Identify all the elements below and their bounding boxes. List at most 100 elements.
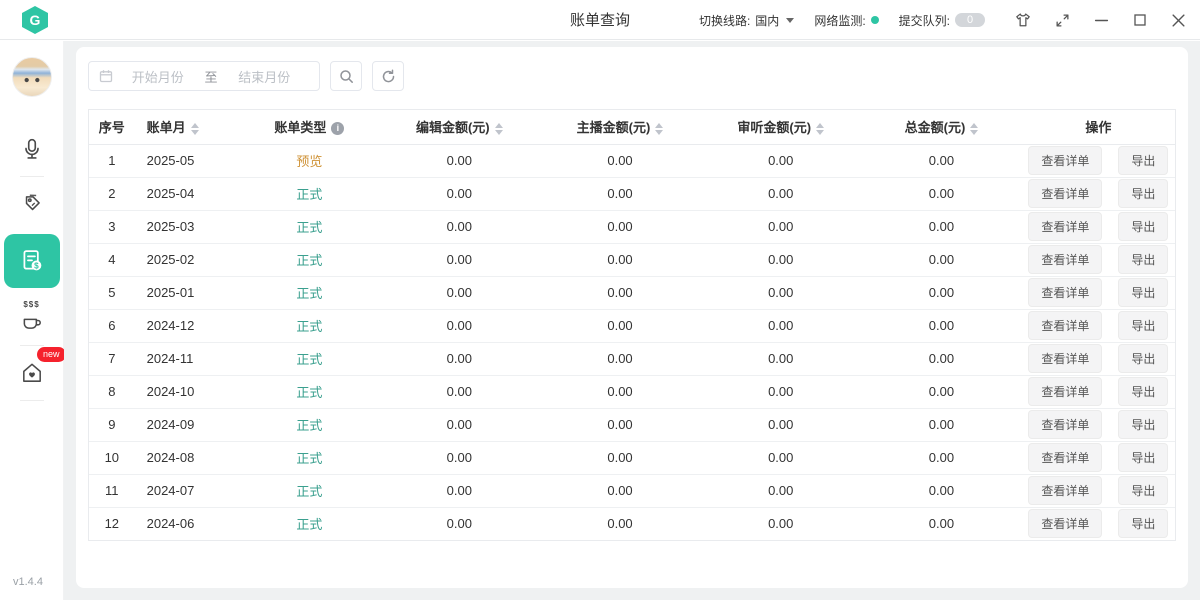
bill-month: 2024-09: [146, 417, 195, 432]
column-header-7: 操作: [1021, 110, 1175, 145]
table-body: 1 2025-05 预览 0.00 0.00 0.00 0.00 查看详单 导出 2 2025-04…: [89, 144, 1175, 540]
table-row: 8 2024-10 正式 0.00 0.00 0.00 0.00 查看详单 导出: [89, 374, 1175, 408]
sidebar-item-billing-active[interactable]: $: [3, 234, 60, 288]
sort-icon[interactable]: [655, 122, 664, 135]
export-button[interactable]: 导出: [1118, 278, 1169, 307]
maximize-icon[interactable]: [1133, 13, 1147, 27]
fullscreen-expand-icon[interactable]: [1055, 13, 1070, 28]
sidebar: $ $$$ new v1.4.4: [0, 41, 66, 600]
view-detail-button[interactable]: 查看详单: [1028, 245, 1103, 274]
row-index: 6: [108, 318, 116, 333]
edit-amount: 0.00: [446, 516, 472, 532]
total-amount: 0.00: [928, 351, 955, 366]
column-label: 编辑金额(元): [415, 120, 490, 136]
column-header-6: 总金额(元): [861, 110, 1022, 145]
minimize-icon[interactable]: [1094, 13, 1109, 28]
total-amount: 0.00: [928, 516, 955, 532]
bill-month: 2024-06: [146, 516, 195, 532]
anchor-amount: 0.00: [607, 153, 633, 168]
anchor-amount: 0.00: [607, 285, 633, 300]
queue-count-badge: 0: [955, 13, 985, 27]
microphone-icon: [24, 138, 39, 159]
table-header-row: 序号 账单月 账单类型 i 编辑金额(元) 主播金额(元) 审听金额(元) 总金额(元) 操作: [89, 110, 1175, 145]
export-button[interactable]: 导出: [1118, 245, 1169, 274]
sidebar-item-rewards[interactable]: $$$: [12, 298, 52, 338]
edit-amount: 0.00: [446, 417, 472, 432]
coffee-cup-icon: [23, 318, 41, 329]
refresh-button[interactable]: [372, 61, 404, 91]
search-button[interactable]: [330, 61, 362, 91]
view-detail-button[interactable]: 查看详单: [1028, 212, 1103, 241]
sort-icon[interactable]: [970, 122, 979, 135]
main-area: 开始月份 至 结束月份 序号 账单月 账单类型 i 编辑金额(元) 主播金额(元…: [64, 41, 1200, 600]
sort-icon[interactable]: [816, 122, 825, 135]
view-detail-button[interactable]: 查看详单: [1028, 377, 1103, 406]
export-button[interactable]: 导出: [1118, 410, 1169, 439]
audit-amount: 0.00: [768, 483, 794, 498]
start-month-placeholder[interactable]: 开始月份: [113, 67, 203, 86]
view-detail-button[interactable]: 查看详单: [1028, 278, 1103, 307]
month-range-picker[interactable]: 开始月份 至 结束月份: [88, 61, 320, 91]
total-amount: 0.00: [928, 483, 955, 498]
bill-type: 正式: [296, 319, 323, 334]
submit-queue-label: 提交队列:: [898, 13, 950, 28]
export-button[interactable]: 导出: [1118, 146, 1169, 175]
view-detail-button[interactable]: 查看详单: [1028, 410, 1103, 439]
audit-amount: 0.00: [768, 219, 794, 234]
anchor-amount: 0.00: [607, 351, 633, 366]
table-row: 7 2024-11 正式 0.00 0.00 0.00 0.00 查看详单 导出: [89, 341, 1175, 375]
export-button[interactable]: 导出: [1118, 377, 1169, 406]
export-button[interactable]: 导出: [1118, 476, 1169, 505]
edit-amount: 0.00: [446, 384, 472, 399]
user-avatar[interactable]: [11, 57, 52, 97]
chevron-down-icon: [786, 17, 795, 23]
bill-type: 正式: [296, 220, 323, 235]
column-label: 总金额(元): [904, 120, 966, 136]
search-icon: [339, 69, 353, 83]
view-detail-button[interactable]: 查看详单: [1028, 476, 1103, 505]
view-detail-button[interactable]: 查看详单: [1028, 344, 1103, 373]
row-index: 11: [105, 483, 119, 498]
bill-month: 2025-01: [146, 285, 195, 300]
export-button[interactable]: 导出: [1118, 311, 1169, 340]
total-amount: 0.00: [928, 285, 955, 300]
sidebar-item-tags[interactable]: [12, 184, 52, 224]
calendar-icon: [99, 70, 113, 83]
row-index: 4: [108, 252, 116, 267]
view-detail-button[interactable]: 查看详单: [1028, 146, 1103, 175]
sidebar-item-home[interactable]: new: [12, 347, 66, 393]
column-label: 账单月: [146, 120, 186, 136]
export-button[interactable]: 导出: [1118, 509, 1169, 539]
export-button[interactable]: 导出: [1118, 443, 1169, 472]
view-detail-button[interactable]: 查看详单: [1028, 509, 1103, 539]
info-icon[interactable]: i: [331, 122, 345, 136]
content-card: 开始月份 至 结束月份 序号 账单月 账单类型 i 编辑金额(元) 主播金额(元…: [76, 47, 1188, 588]
sort-icon[interactable]: [494, 122, 503, 135]
export-button[interactable]: 导出: [1118, 212, 1169, 241]
export-button[interactable]: 导出: [1118, 179, 1169, 208]
column-header-2: 账单类型 i: [239, 110, 379, 145]
column-header-1: 账单月: [134, 110, 240, 145]
skin-theme-icon[interactable]: [1015, 12, 1031, 28]
close-icon[interactable]: [1171, 13, 1186, 28]
edit-amount: 0.00: [446, 252, 472, 267]
column-label: 审听金额(元): [737, 120, 812, 136]
bill-type: 预览: [296, 154, 323, 169]
audit-amount: 0.00: [768, 384, 794, 399]
view-detail-button[interactable]: 查看详单: [1028, 443, 1103, 472]
sidebar-item-recording[interactable]: [12, 129, 52, 169]
view-detail-button[interactable]: 查看详单: [1028, 179, 1103, 208]
line-switch[interactable]: 切换线路: 国内: [699, 12, 795, 29]
column-header-5: 审听金额(元): [700, 110, 862, 145]
total-amount: 0.00: [928, 417, 955, 432]
audit-amount: 0.00: [768, 516, 794, 532]
billing-table: 序号 账单月 账单类型 i 编辑金额(元) 主播金额(元) 审听金额(元) 总金额(元) 操作 …: [88, 109, 1176, 541]
end-month-placeholder[interactable]: 结束月份: [220, 67, 310, 86]
export-button[interactable]: 导出: [1118, 344, 1169, 373]
sort-icon[interactable]: [190, 122, 199, 135]
audit-amount: 0.00: [768, 252, 794, 267]
bill-type: 正式: [296, 517, 323, 533]
row-index: 2: [108, 186, 116, 201]
view-detail-button[interactable]: 查看详单: [1028, 311, 1103, 340]
edit-amount: 0.00: [446, 318, 472, 333]
